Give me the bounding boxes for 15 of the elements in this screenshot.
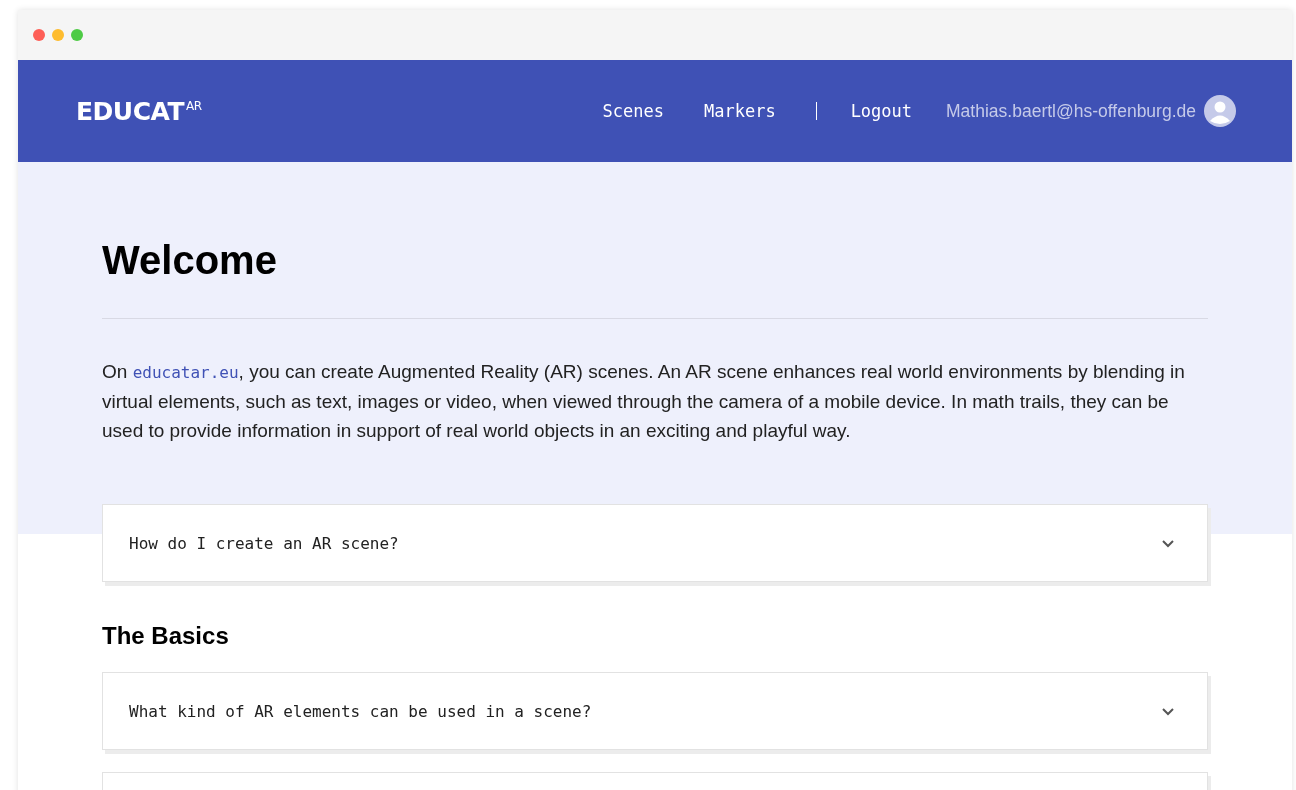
window-control-icon[interactable] — [71, 29, 83, 41]
nav-link[interactable]: Logout — [850, 101, 913, 121]
section-heading: The Basics — [102, 622, 230, 650]
logo[interactable]: EDUCAT$^{AR}$ — [76, 96, 202, 126]
site-link[interactable]: educatar.eu — [132, 363, 239, 382]
user-email[interactable]: Mathias.baertl@hs-offenburg.de — [946, 100, 1196, 122]
avatar-icon[interactable] — [1204, 95, 1236, 127]
intro-paragraph: On educatar.eu, you can create Augmented Reality (AR) scenes. An AR scene enhances real world environments by blending in virtual elements, such as text, images or video, when viewed through the camera of a mobile device. In math trails, they can be used to provide information in support of real world objects in an exciting and playful way. — [102, 360, 1186, 443]
page-title: Welcome — [102, 237, 278, 284]
nav-link[interactable]: Markers — [703, 101, 776, 121]
chevron-icon — [1161, 706, 1175, 716]
nav-link[interactable]: Scenes — [602, 101, 664, 121]
window-control-icon[interactable] — [52, 29, 64, 41]
window-control-icon[interactable] — [33, 29, 45, 41]
chevron-icon — [1161, 538, 1175, 548]
